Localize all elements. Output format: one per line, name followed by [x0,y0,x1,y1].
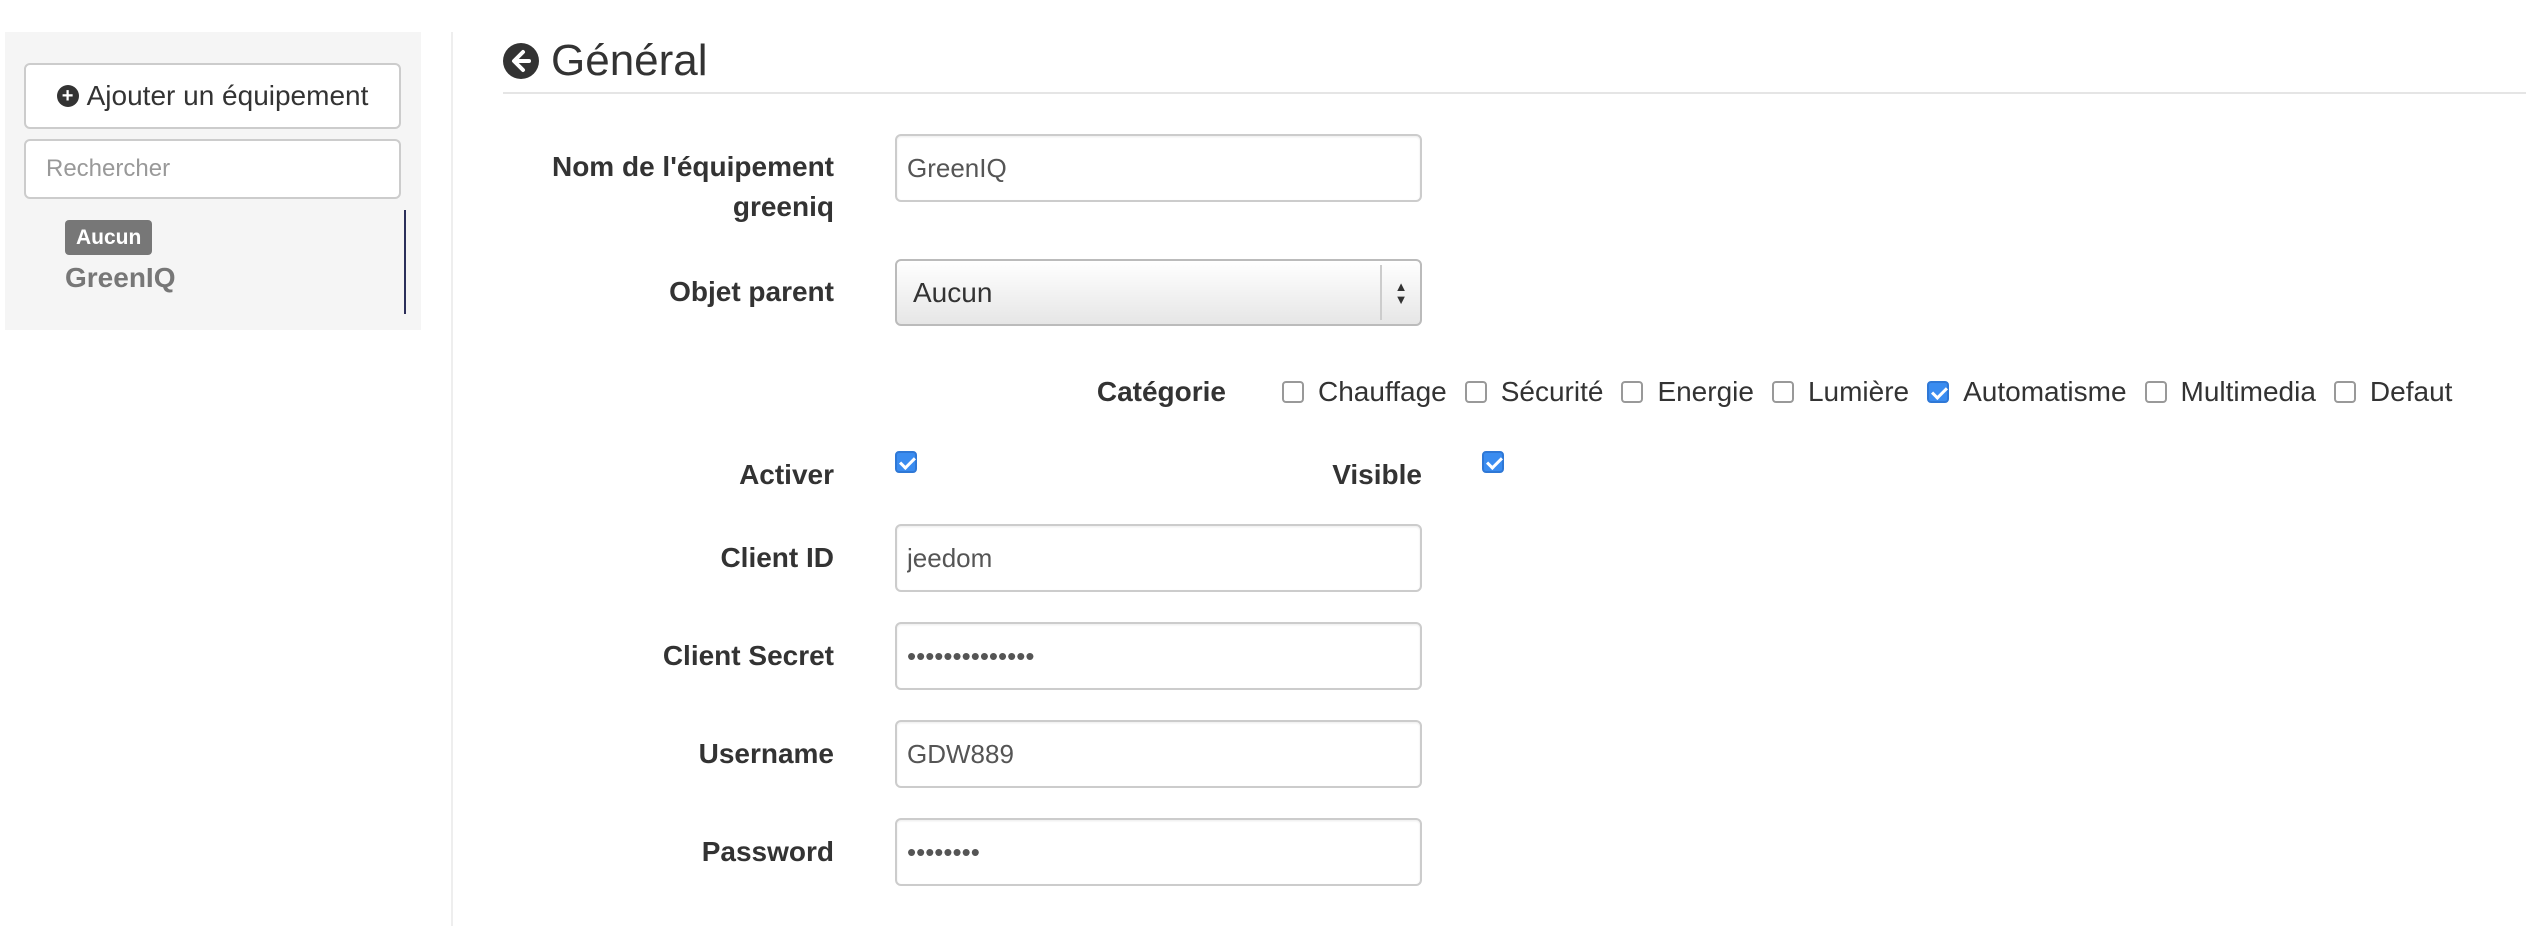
plus-circle-icon: + [56,85,79,107]
category-checkbox[interactable] [1621,381,1644,403]
category-checkbox[interactable] [1771,381,1794,403]
category-energie[interactable]: Energie [1621,376,1754,408]
parent-object-value: Aucun [913,276,993,308]
add-equipment-button[interactable]: + Ajouter un équipement [24,63,401,129]
category-securite[interactable]: Sécurité [1464,376,1604,408]
category-checkbox[interactable] [2144,381,2167,403]
client-secret-label: Client Secret [662,640,834,671]
client-id-input[interactable] [895,524,1422,592]
category-multimedia[interactable]: Multimedia [2144,376,2316,408]
select-arrows-icon: ▲ ▼ [1380,265,1420,320]
name-label-line1: Nom de l'équipement [551,151,834,182]
category-chauffage[interactable]: Chauffage [1282,376,1447,408]
category-checkbox[interactable] [1282,381,1304,403]
vertical-divider [451,32,453,926]
add-equipment-label: Ajouter un équipement [86,80,369,111]
category-checkbox-label: Lumière [1807,376,1910,407]
password-input[interactable] [895,818,1422,886]
password-label: Password [701,836,834,867]
group-badge: Aucun [65,220,153,255]
category-checkbox-label: Sécurité [1500,376,1604,407]
equipment-list-item[interactable]: GreenIQ [65,262,175,294]
category-automatisme[interactable]: Automatisme [1927,376,2127,408]
arrow-circle-left-icon[interactable] [503,43,539,79]
header-divider [503,92,2526,94]
activate-label: Activer [739,459,834,490]
category-checkbox-label: Multimedia [2180,376,2316,407]
equipment-name-input[interactable] [895,134,1422,202]
category-checkbox-group: Chauffage Sécurité Energie Lumière Autom… [1282,374,2470,410]
category-defaut[interactable]: Defaut [2333,376,2453,408]
search-input[interactable] [24,139,401,199]
parent-object-select[interactable]: Aucun ▲ ▼ [895,259,1422,326]
category-checkbox-label: Energie [1657,376,1754,407]
username-input[interactable] [895,720,1422,788]
category-checkbox-label: Automatisme [1963,376,2127,407]
category-checkbox-label: Chauffage [1318,376,1447,407]
username-label: Username [698,738,834,769]
name-label: Nom de l'équipement greeniq [500,147,834,227]
page-title: Général [551,36,708,85]
category-label: Catégorie [1096,376,1226,407]
client-id-label: Client ID [720,542,834,573]
section-header: Général [503,36,708,86]
category-checkbox[interactable] [1927,381,1950,403]
activate-checkbox[interactable] [895,451,917,473]
category-lumiere[interactable]: Lumière [1771,376,1910,408]
category-checkbox[interactable] [1464,381,1487,403]
client-secret-input[interactable] [895,622,1422,690]
equipment-tree: Aucun GreenIQ [40,210,406,314]
category-checkbox-label: Defaut [2369,376,2453,407]
sidebar: + Ajouter un équipement Aucun GreenIQ [5,32,421,330]
category-checkbox[interactable] [2333,381,2356,403]
name-label-line2: greeniq [732,191,834,222]
parent-label: Objet parent [669,276,834,307]
visible-label: Visible [1332,459,1422,490]
visible-checkbox[interactable] [1482,451,1504,473]
